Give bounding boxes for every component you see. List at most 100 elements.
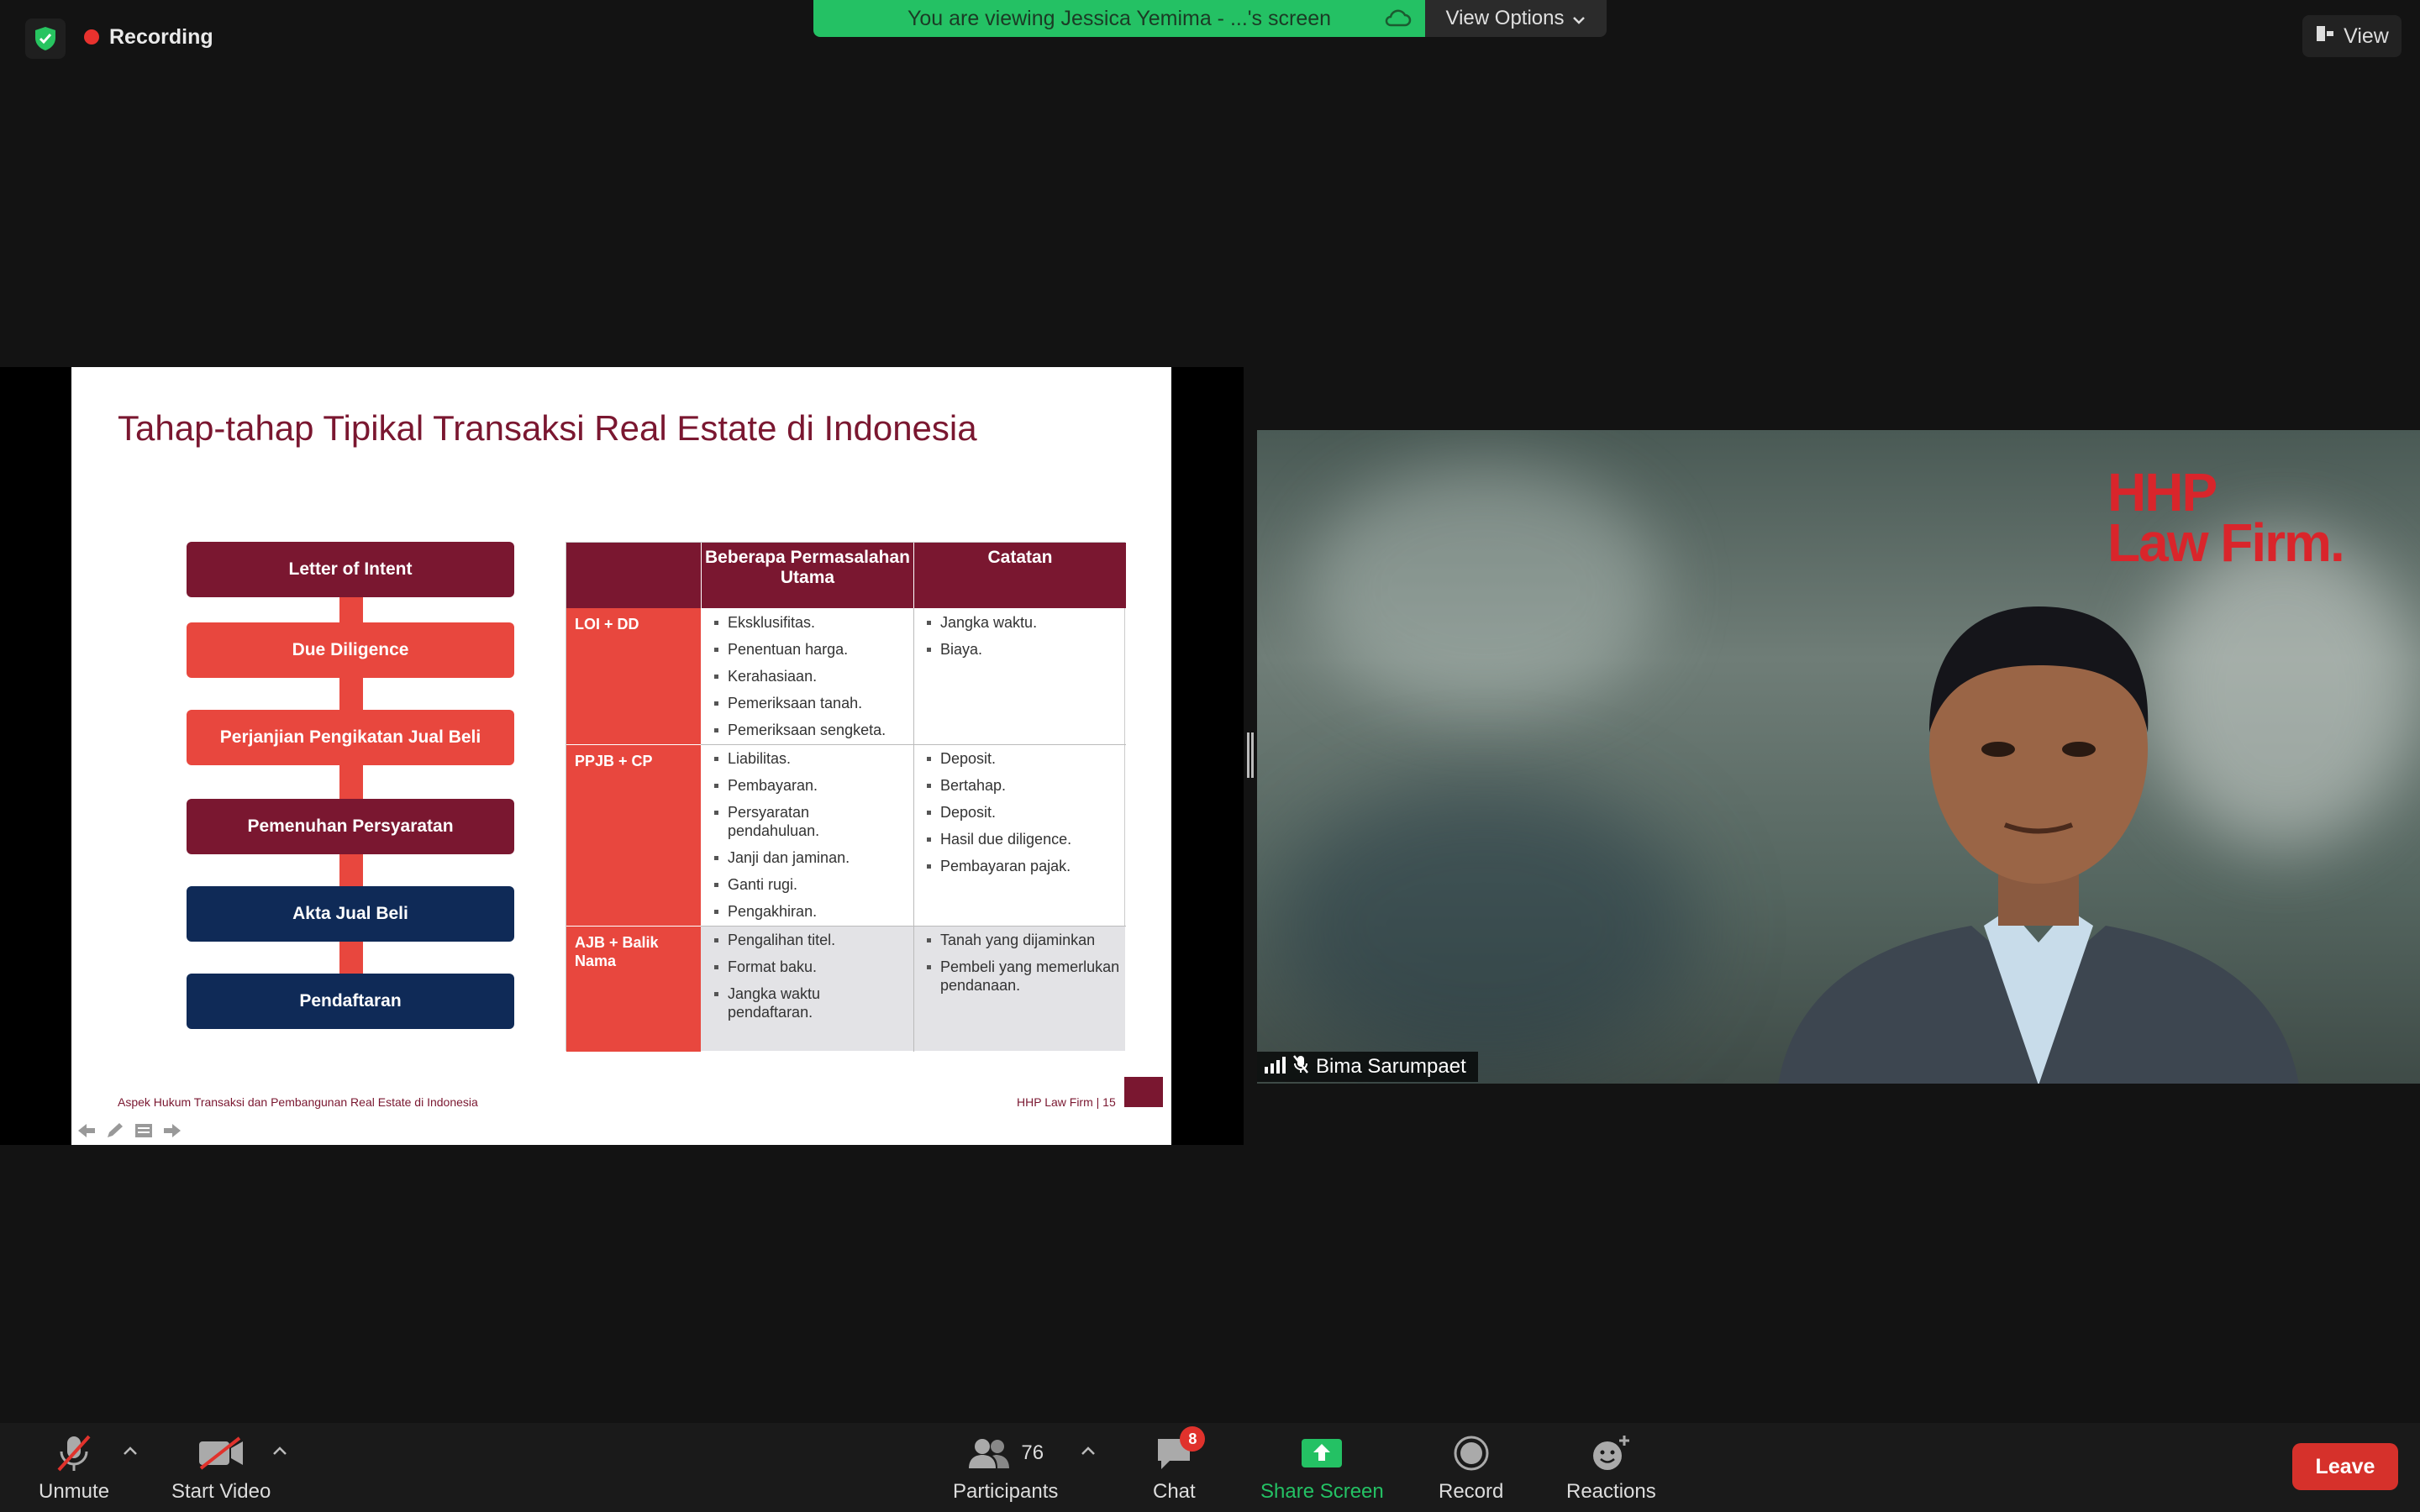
notes-cell-ajb: Tanah yang dijaminkan Pembeli yang memer… — [922, 931, 1122, 1003]
step-ppjb: Perjanjian Pengikatan Jual Beli — [187, 710, 514, 765]
list-item: Pembayaran pajak. — [922, 857, 1122, 875]
view-button[interactable]: View — [2302, 15, 2402, 57]
step-letter-of-intent: Letter of Intent — [187, 542, 514, 597]
issues-cell-loi-dd: Eksklusifitas. Penentuan harga. Kerahasi… — [709, 613, 909, 748]
list-item: Penentuan harga. — [709, 640, 909, 659]
notes-cell-loi-dd: Jangka waktu. Biaya. — [922, 613, 1122, 667]
cloud-icon — [1383, 7, 1412, 30]
view-options-label: View Options — [1445, 7, 1565, 29]
reactions-button[interactable]: Reactions — [1566, 1433, 1656, 1504]
video-options-caret-icon[interactable] — [272, 1441, 287, 1461]
participants-button[interactable]: 76 Participants — [953, 1433, 1058, 1504]
participant-video[interactable]: HHP Law Firm. — [1257, 430, 2420, 1084]
chat-label: Chat — [1153, 1480, 1196, 1503]
flow-connector — [339, 853, 363, 887]
list-item: Pemeriksaan tanah. — [709, 694, 909, 712]
pen-icon[interactable] — [104, 1121, 126, 1141]
start-video-button[interactable]: Start Video — [171, 1433, 271, 1504]
muted-mic-icon — [1292, 1054, 1309, 1080]
security-shield-icon[interactable] — [25, 18, 66, 59]
reactions-label: Reactions — [1566, 1480, 1656, 1503]
recording-indicator: Recording — [84, 20, 213, 54]
audio-options-caret-icon[interactable] — [123, 1441, 138, 1461]
row-label-ppjb-cp: PPJB + CP — [566, 744, 701, 926]
logo-line-1: HHP — [2107, 462, 2217, 522]
flow-connector — [339, 677, 363, 711]
video-background — [1307, 464, 1660, 716]
step-due-diligence: Due Diligence — [187, 622, 514, 678]
leave-button[interactable]: Leave — [2292, 1443, 2398, 1490]
row-label-ajb: AJB + Balik Nama — [566, 926, 701, 1052]
list-item: Biaya. — [922, 640, 1122, 659]
list-item: Bertahap. — [922, 776, 1122, 795]
mic-off-icon — [55, 1433, 92, 1473]
unmute-button[interactable]: Unmute — [39, 1433, 109, 1504]
list-item: Deposit. — [922, 803, 1122, 822]
panel-resize-handle[interactable] — [1247, 732, 1254, 778]
list-item: Pembeli yang memerlukan pendanaan. — [922, 958, 1122, 995]
list-item: Pembayaran. — [709, 776, 877, 795]
list-item: Pemeriksaan sengketa. — [709, 721, 909, 739]
notes-cell-ppjb-cp: Deposit. Bertahap. Deposit. Hasil due di… — [922, 749, 1122, 884]
speaker-figure — [1778, 606, 2299, 1084]
slide-footer-right: HHP Law Firm | 15 — [1017, 1095, 1116, 1109]
chevron-down-icon — [1572, 7, 1586, 30]
share-screen-button[interactable]: Share Screen — [1260, 1433, 1384, 1504]
people-icon — [969, 1439, 1010, 1468]
table-divider — [913, 608, 914, 1052]
slide-footer-left: Aspek Hukum Transaksi dan Pembangunan Re… — [118, 1095, 478, 1109]
view-label: View — [2344, 24, 2389, 48]
arrow-left-icon[interactable] — [76, 1121, 97, 1141]
flow-connector — [339, 596, 363, 623]
meeting-toolbar — [0, 1423, 2420, 1512]
step-pemenuhan-persyaratan: Pemenuhan Persyaratan — [187, 799, 514, 854]
chat-button[interactable]: 8 Chat — [1153, 1426, 1206, 1504]
unmute-label: Unmute — [39, 1480, 110, 1503]
list-item: Eksklusifitas. — [709, 613, 909, 632]
participant-name-tag: Bima Sarumpaet — [1257, 1052, 1478, 1082]
view-layout-icon — [2315, 24, 2335, 49]
table-header-notes: Catatan — [913, 543, 1126, 608]
share-screen-label: Share Screen — [1260, 1480, 1384, 1503]
arrow-right-icon[interactable] — [161, 1121, 183, 1141]
video-background — [1274, 783, 1694, 1068]
participants-label: Participants — [953, 1480, 1059, 1503]
list-item: Pengalihan titel. — [709, 931, 877, 949]
list-item: Pengakhiran. — [709, 902, 877, 921]
flow-connector — [339, 764, 363, 800]
step-pendaftaran: Pendaftaran — [187, 974, 514, 1029]
video-off-icon — [197, 1433, 245, 1473]
list-item: Format baku. — [709, 958, 877, 976]
slide-menu-icon[interactable] — [133, 1121, 155, 1141]
signal-strength-icon — [1264, 1055, 1286, 1079]
slide-footer-mark — [1124, 1077, 1163, 1107]
chat-icon: 8 — [1155, 1426, 1206, 1473]
participants-icon-row: 76 — [967, 1433, 1044, 1473]
record-button[interactable]: Record — [1439, 1433, 1503, 1504]
list-item: Liabilitas. — [709, 749, 877, 768]
participant-name: Bima Sarumpaet — [1316, 1055, 1466, 1078]
list-item: Ganti rugi. — [709, 875, 877, 894]
view-options-button[interactable]: View Options — [1425, 0, 1607, 37]
list-item: Janji dan jaminan. — [709, 848, 877, 867]
table-header-corner — [566, 543, 701, 608]
participants-caret-icon[interactable] — [1081, 1441, 1096, 1461]
record-icon — [1453, 1433, 1490, 1473]
reactions-icon — [1591, 1433, 1631, 1473]
participants-count: 76 — [1021, 1441, 1044, 1464]
share-screen-icon — [1301, 1433, 1343, 1473]
list-item: Tanah yang dijaminkan — [922, 931, 1122, 949]
recording-dot-icon — [84, 29, 99, 45]
issues-cell-ppjb-cp: Liabilitas. Pembayaran. Persyaratan pend… — [709, 749, 877, 929]
recording-label: Recording — [109, 24, 213, 49]
flow-connector — [339, 941, 363, 974]
start-video-label: Start Video — [171, 1480, 271, 1503]
slide-title: Tahap-tahap Tipikal Transaksi Real Estat… — [118, 408, 977, 448]
slide-table: Beberapa Permasalahan Utama Catatan LOI … — [566, 542, 1126, 1052]
table-header-issues: Beberapa Permasalahan Utama — [701, 543, 913, 608]
list-item: Hasil due diligence. — [922, 830, 1122, 848]
screen-share-banner: You are viewing Jessica Yemima - ...'s s… — [813, 0, 1425, 37]
step-akta-jual-beli: Akta Jual Beli — [187, 886, 514, 942]
list-item: Kerahasiaan. — [709, 667, 909, 685]
record-label: Record — [1439, 1480, 1504, 1503]
